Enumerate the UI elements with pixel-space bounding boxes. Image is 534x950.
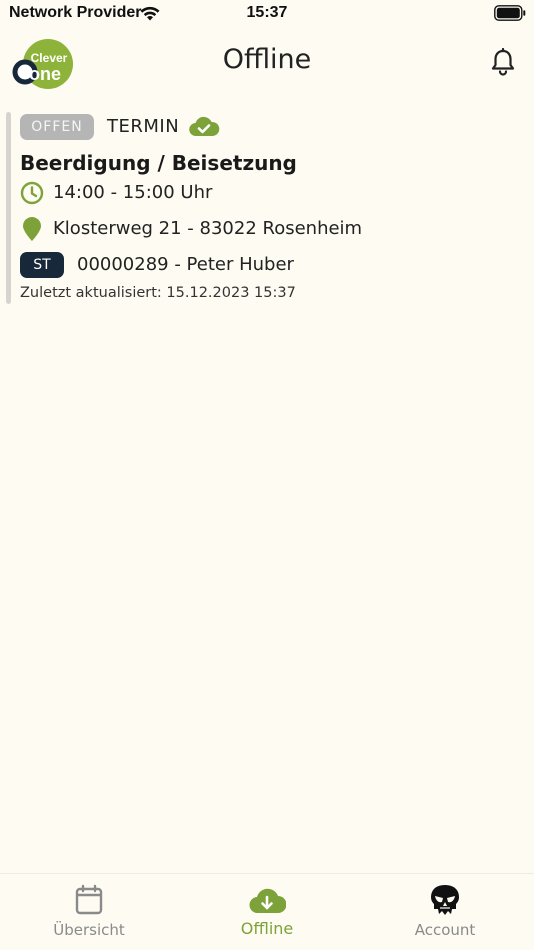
last-updated: Zuletzt aktualisiert: 15.12.2023 15:37 bbox=[20, 285, 296, 301]
skull-icon bbox=[431, 885, 459, 915]
appointment-type: TERMIN bbox=[107, 116, 180, 137]
person-badge: ST bbox=[20, 252, 64, 278]
bell-icon[interactable] bbox=[490, 48, 516, 76]
tab-account[interactable]: Account bbox=[356, 874, 534, 950]
page-title: Offline bbox=[222, 44, 312, 75]
location-pin-icon bbox=[23, 217, 41, 241]
person-name: 00000289 - Peter Huber bbox=[77, 254, 294, 275]
battery-icon bbox=[494, 5, 526, 21]
tab-account-label: Account bbox=[414, 921, 476, 939]
tab-bar: Übersicht Offline Account bbox=[0, 873, 534, 950]
appointment-card[interactable]: OFFEN TERMIN Beerdigung / Beisetzung 14:… bbox=[6, 112, 528, 304]
app-header: Clever one Offline bbox=[0, 34, 534, 92]
card-accent-bar bbox=[6, 112, 11, 304]
status-badge: OFFEN bbox=[20, 114, 94, 140]
status-bar: Network Provider 15:37 bbox=[0, 0, 534, 30]
clock-icon bbox=[20, 181, 44, 205]
status-time: 15:37 bbox=[246, 4, 288, 21]
tab-offline[interactable]: Offline bbox=[178, 874, 356, 950]
tab-overview[interactable]: Übersicht bbox=[0, 874, 178, 950]
appointment-time: 14:00 - 15:00 Uhr bbox=[53, 182, 213, 203]
appointment-address: Klosterweg 21 - 83022 Rosenheim bbox=[53, 218, 363, 239]
cloud-download-icon bbox=[249, 888, 286, 914]
tab-offline-label: Offline bbox=[240, 919, 294, 938]
calendar-icon bbox=[75, 884, 103, 915]
cloud-check-icon bbox=[189, 116, 220, 137]
tab-overview-label: Übersicht bbox=[53, 921, 125, 939]
appointment-title: Beerdigung / Beisetzung bbox=[20, 151, 297, 175]
